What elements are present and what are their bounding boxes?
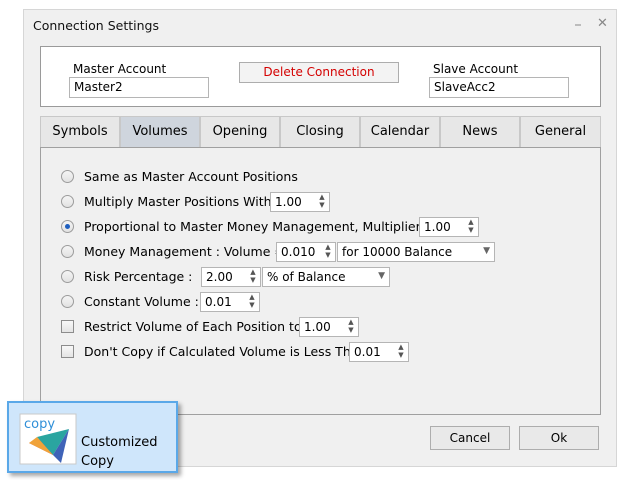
money-management-basis-select[interactable]: for 10000 Balance ▼	[337, 242, 495, 262]
tab-symbols[interactable]: Symbols	[40, 116, 120, 147]
chevron-down-icon[interactable]: ▼	[378, 271, 385, 281]
option-dont-copy-less-than[interactable]: Don't Copy if Calculated Volume is Less …	[61, 341, 366, 363]
volumes-panel: Same as Master Account Positions Multipl…	[40, 147, 601, 415]
money-management-volume-stepper[interactable]: 0.010 ▲ ▼	[276, 242, 336, 262]
money-management-volume-value: 0.010	[281, 245, 316, 259]
accounts-panel: Master Account Master2 Delete Connection…	[40, 46, 601, 107]
option-same-as-master[interactable]: Same as Master Account Positions	[61, 166, 361, 188]
spin-up-down-icon[interactable]: ▲ ▼	[321, 243, 335, 261]
logo-line-2: Copy	[81, 454, 114, 469]
money-management-basis-value: for 10000 Balance	[342, 245, 453, 259]
tab-volumes[interactable]: Volumes	[120, 116, 200, 147]
spin-up-down-icon[interactable]: ▲ ▼	[394, 343, 408, 361]
multiply-radio[interactable]	[61, 195, 74, 208]
constant-volume-stepper[interactable]: 0.01 ▲ ▼	[200, 292, 260, 312]
spin-up-down-icon[interactable]: ▲ ▼	[315, 193, 329, 211]
logo-caption: Customized Copy	[81, 433, 158, 471]
proportional-multiplier-stepper[interactable]: 1.00 ▲ ▼	[419, 217, 479, 237]
proportional-radio[interactable]	[61, 220, 74, 233]
tab-calendar[interactable]: Calendar	[360, 116, 440, 147]
money-management-label: Money Management : Volume =	[84, 244, 285, 259]
window-title: Connection Settings	[33, 18, 159, 33]
proportional-label: Proportional to Master Money Management,…	[84, 219, 429, 234]
risk-percentage-stepper[interactable]: 2.00 ▲ ▼	[201, 267, 261, 287]
constant-volume-label: Constant Volume :	[84, 294, 199, 309]
option-risk-percentage[interactable]: Risk Percentage :	[61, 266, 201, 288]
dont-copy-stepper[interactable]: 0.01 ▲ ▼	[349, 342, 409, 362]
proportional-multiplier-value: 1.00	[424, 220, 451, 234]
spin-up-down-icon[interactable]: ▲ ▼	[245, 293, 259, 311]
option-constant-volume[interactable]: Constant Volume :	[61, 291, 201, 313]
connection-settings-window: Connection Settings ⎯ ✕ Master Account M…	[23, 9, 617, 467]
restrict-volume-checkbox[interactable]	[61, 320, 74, 333]
same-as-master-radio[interactable]	[61, 170, 74, 183]
customized-copy-badge: copy Customized Copy	[7, 401, 178, 473]
constant-volume-radio[interactable]	[61, 295, 74, 308]
risk-percentage-basis-value: % of Balance	[267, 270, 346, 284]
chevron-down-icon[interactable]: ▼	[483, 246, 490, 256]
cancel-button[interactable]: Cancel	[430, 426, 510, 450]
spin-up-down-icon[interactable]: ▲ ▼	[246, 268, 260, 286]
ok-button[interactable]: Ok	[519, 426, 599, 450]
option-proportional[interactable]: Proportional to Master Money Management,…	[61, 216, 431, 238]
dont-copy-value: 0.01	[354, 345, 381, 359]
risk-percentage-label: Risk Percentage :	[84, 269, 193, 284]
multiply-stepper[interactable]: 1.00 ▲ ▼	[270, 192, 330, 212]
tab-general[interactable]: General	[520, 116, 601, 147]
minimize-icon[interactable]: ⎯	[575, 16, 581, 32]
tab-opening[interactable]: Opening	[200, 116, 280, 147]
restrict-volume-value: 1.00	[304, 320, 331, 334]
slave-account-field[interactable]: SlaveAcc2	[429, 77, 569, 98]
money-management-radio[interactable]	[61, 245, 74, 258]
risk-percentage-radio[interactable]	[61, 270, 74, 283]
close-icon[interactable]: ✕	[597, 16, 608, 32]
dont-copy-label: Don't Copy if Calculated Volume is Less …	[84, 344, 367, 359]
copy-logo-icon: copy	[19, 413, 77, 465]
dont-copy-checkbox[interactable]	[61, 345, 74, 358]
spin-up-down-icon[interactable]: ▲ ▼	[344, 318, 358, 336]
master-account-field[interactable]: Master2	[69, 77, 209, 98]
multiply-label: Multiply Master Positions With	[84, 194, 272, 209]
constant-volume-value: 0.01	[205, 295, 232, 309]
option-restrict-volume[interactable]: Restrict Volume of Each Position to	[61, 316, 302, 338]
tab-bar: Symbols Volumes Opening Closing Calendar…	[40, 116, 601, 147]
spin-up-down-icon[interactable]: ▲ ▼	[464, 218, 478, 236]
restrict-volume-label: Restrict Volume of Each Position to	[84, 319, 302, 334]
logo-line-1: Customized	[81, 435, 158, 450]
risk-percentage-basis-select[interactable]: % of Balance ▼	[262, 267, 390, 287]
slave-account-label: Slave Account	[433, 62, 519, 76]
logo-word: copy	[24, 417, 55, 432]
risk-percentage-value: 2.00	[206, 270, 233, 284]
tab-news[interactable]: News	[440, 116, 520, 147]
tab-closing[interactable]: Closing	[280, 116, 360, 147]
delete-connection-button[interactable]: Delete Connection	[239, 62, 399, 83]
title-bar: Connection Settings ⎯ ✕	[24, 10, 616, 40]
restrict-volume-stepper[interactable]: 1.00 ▲ ▼	[299, 317, 359, 337]
master-account-label: Master Account	[73, 62, 167, 76]
same-as-master-label: Same as Master Account Positions	[84, 169, 298, 184]
option-money-management[interactable]: Money Management : Volume =	[61, 241, 285, 263]
multiply-value: 1.00	[275, 195, 302, 209]
